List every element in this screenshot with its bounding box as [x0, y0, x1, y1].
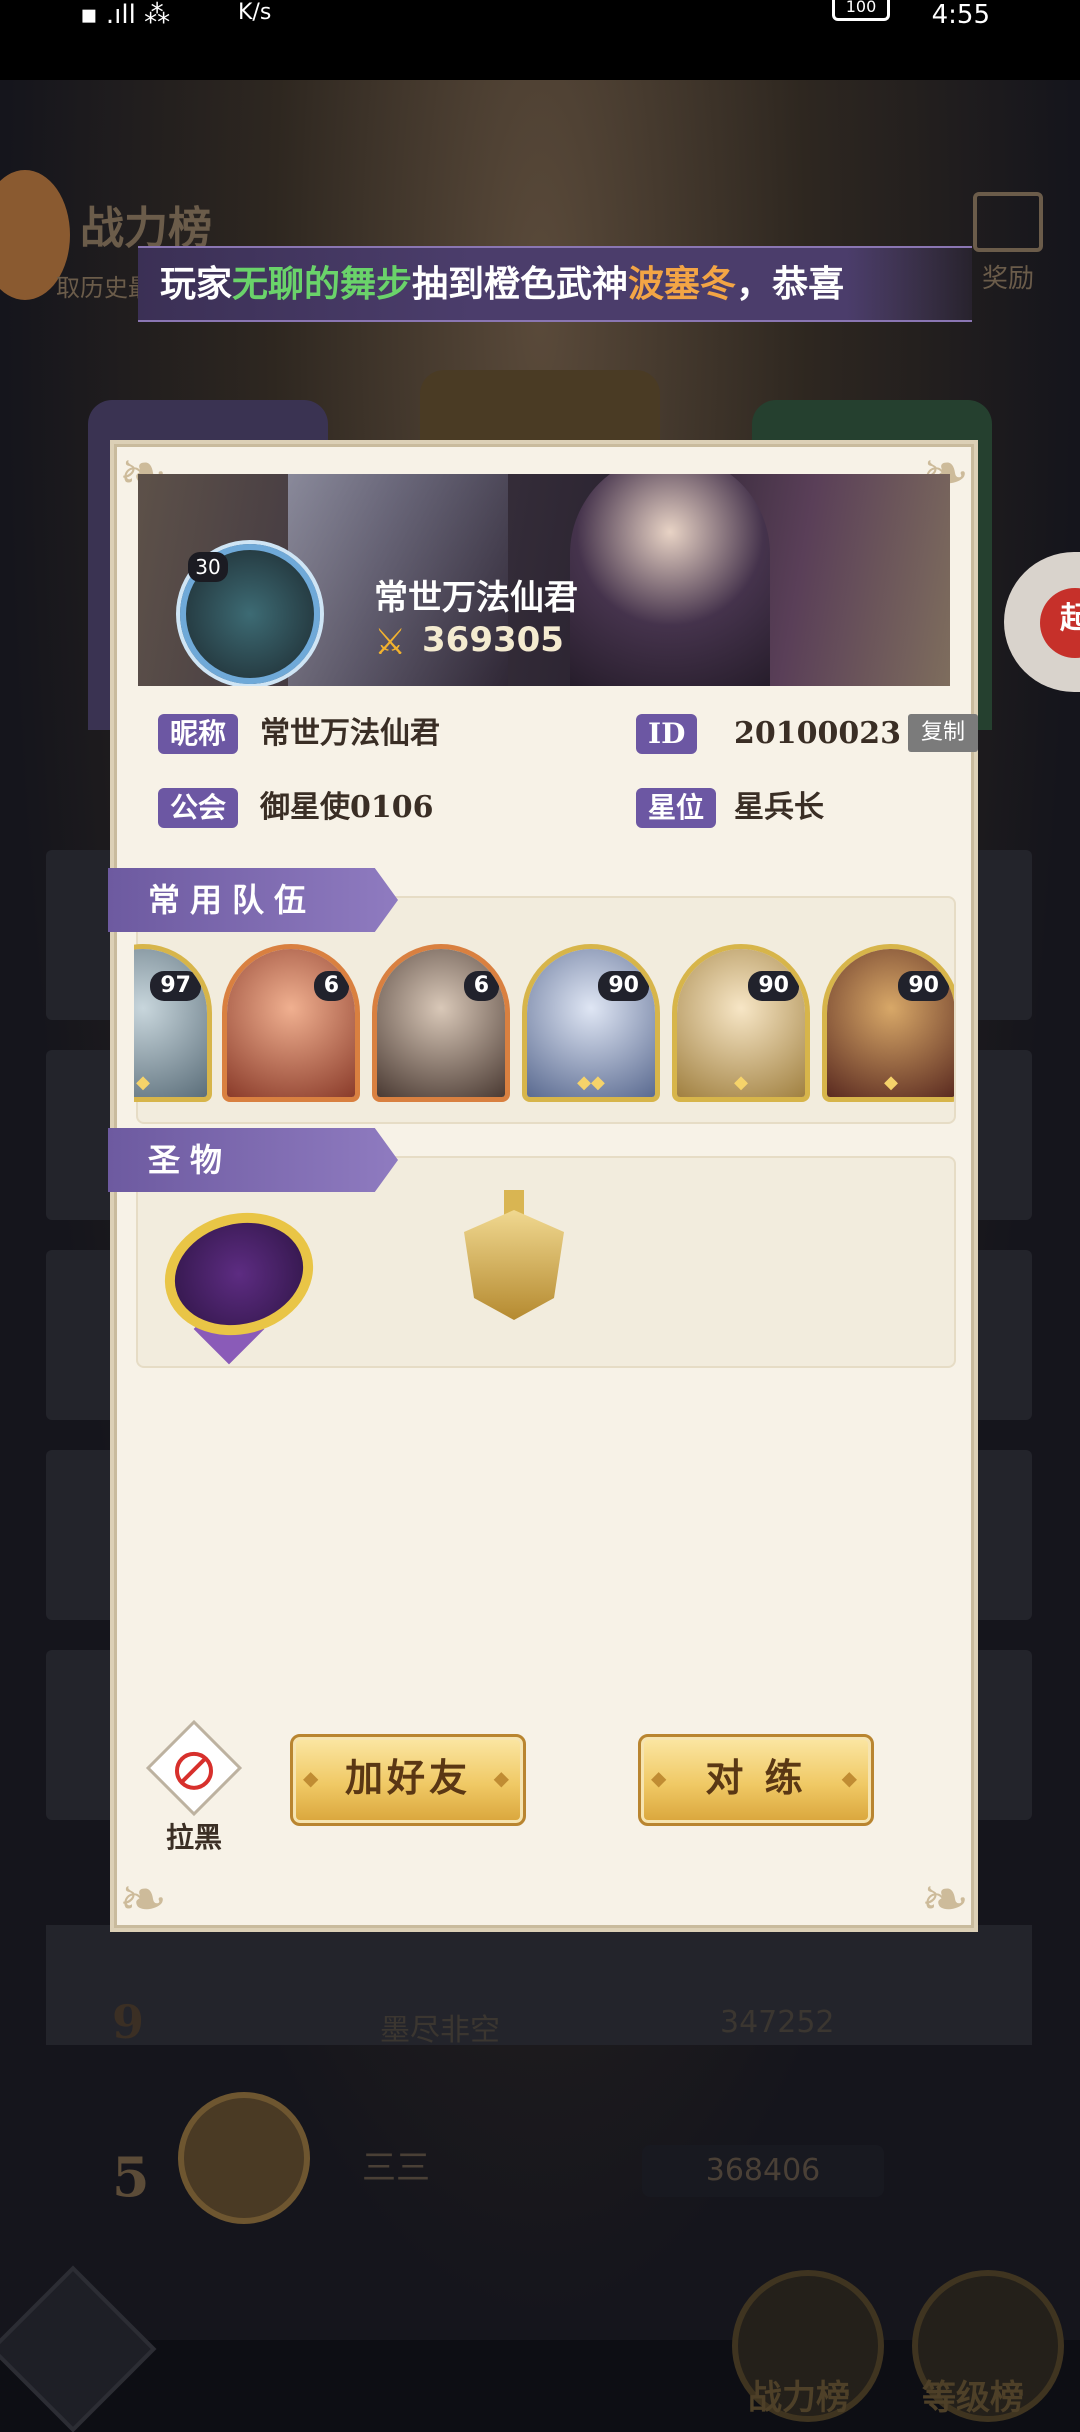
my-score: 368406 [642, 2145, 884, 2197]
guild-value: 御星使0106 [260, 790, 434, 825]
reward-button[interactable]: 奖励 [968, 192, 1048, 294]
relic-ring-icon[interactable] [151, 1196, 327, 1365]
player-name: 墨尽非空 [380, 2013, 500, 2048]
banner-suffix: ，恭喜 [736, 263, 845, 305]
hero-level: 6 [313, 971, 349, 1001]
relic-shield-icon[interactable] [444, 1190, 584, 1361]
player-profile-modal: ❧ ❧ ❧ ❧ 30 常世万法仙君 ⚔ 369305 昵称 常世万法仙君 ID … [108, 439, 978, 1933]
battery-icon: 100 [832, 0, 890, 21]
hero-stars: ◆ [136, 1072, 150, 1093]
banner-player: 无聊的舞步 [232, 263, 413, 305]
hero-level: 90 [598, 971, 649, 1001]
team-hero-card[interactable]: 6 [222, 944, 360, 1102]
my-avatar[interactable] [178, 2092, 310, 2224]
relic-shield [464, 1210, 564, 1320]
my-rank-number: 5 [112, 2145, 150, 2209]
id-label: ID [636, 714, 698, 754]
hero-level: 6 [463, 971, 499, 1001]
announcement-banner: 玩家无聊的舞步抽到橙色武神波塞冬，恭喜 [138, 246, 972, 322]
rank-number: 9 [112, 1995, 145, 2049]
profile-power: 369305 [422, 620, 564, 660]
id-value: 20100023 [734, 716, 901, 751]
hero-stars: ◆ [884, 1072, 898, 1093]
nickname-value: 常世万法仙君 [260, 716, 440, 751]
relic-ring [151, 1196, 327, 1352]
power-rank-label: 战力榜 [748, 2378, 850, 2418]
copy-id-button[interactable]: 复制 [908, 714, 978, 752]
relics-section-title: 圣物 [108, 1128, 398, 1192]
block-label: 拉黑 [165, 1821, 222, 1854]
spar-button[interactable]: 对 练 [638, 1734, 874, 1826]
team-section-title: 常用队伍 [108, 868, 398, 932]
team-hero-card[interactable]: 6 [372, 944, 510, 1102]
banner-character-art [570, 474, 770, 686]
team-hero-card[interactable]: 90 ◆ [672, 944, 810, 1102]
side-float-icon: 起 [1040, 588, 1080, 658]
reward-label: 奖励 [981, 264, 1034, 294]
guild-label: 公会 [158, 788, 239, 828]
team-list[interactable]: 97 ◆ 6 6 90 ◆◆ 90 ◆ 90 ◆ [134, 940, 954, 1110]
hero-stars: ◆◆ [577, 1072, 605, 1093]
nickname-label: 昵称 [158, 714, 239, 754]
my-name: 三三 [362, 2148, 430, 2188]
banner-prefix: 玩家 [160, 263, 233, 305]
level-rank-label: 等级榜 [922, 2378, 1024, 2418]
corner-ornament-icon: ❧ [118, 1865, 168, 1933]
team-hero-card[interactable]: 90 ◆◆ [522, 944, 660, 1102]
player-score: 347252 [720, 2005, 835, 2040]
banner-hero: 波塞冬 [628, 263, 737, 305]
corner-ornament-icon: ❧ [920, 1865, 970, 1933]
crossed-swords-icon: ⚔ [374, 622, 407, 663]
add-friend-button[interactable]: 加好友 [290, 1734, 526, 1826]
status-bar: ▪ .ıll ⁂ K/s 100 4:55 [0, 0, 1080, 80]
hero-stars: ◆ [734, 1072, 748, 1093]
block-icon [145, 1719, 243, 1817]
back-icon[interactable] [0, 2265, 157, 2432]
profile-name: 常世万法仙君 [374, 578, 578, 618]
team-hero-card[interactable]: 97 ◆ [134, 944, 212, 1102]
network-speed: K/s [238, 0, 272, 25]
rank-row-9[interactable] [46, 1925, 1032, 2045]
hero-level: 97 [150, 971, 201, 1001]
clock: 4:55 [931, 0, 990, 30]
block-button[interactable]: 拉黑 [145, 1719, 243, 1856]
star-rank-label: 星位 [636, 788, 717, 828]
hero-level: 90 [898, 971, 949, 1001]
team-hero-card[interactable]: 90 ◆ [822, 944, 954, 1102]
profile-level-badge: 30 [188, 552, 228, 582]
status-left-icons: ▪ .ıll ⁂ [80, 0, 171, 30]
gift-icon [973, 192, 1043, 252]
star-rank-value: 星兵长 [734, 790, 824, 825]
hero-level: 90 [748, 971, 799, 1001]
banner-middle: 抽到橙色武神 [412, 263, 629, 305]
profile-header-banner: 30 常世万法仙君 ⚔ 369305 [138, 474, 950, 686]
